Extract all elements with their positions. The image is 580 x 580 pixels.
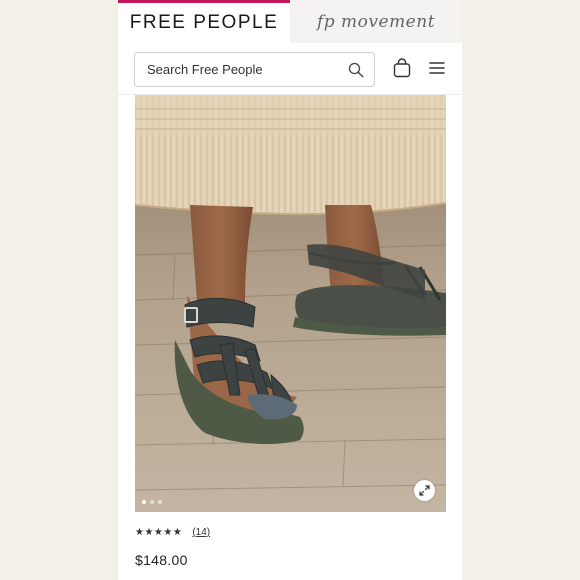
- zoom-button[interactable]: [414, 480, 435, 501]
- tab-free-people-label: FREE PEOPLE: [129, 12, 279, 33]
- star-rating: ★★★★★: [135, 527, 183, 538]
- carousel-dot[interactable]: [158, 500, 162, 504]
- carousel-dot[interactable]: [142, 500, 146, 504]
- tab-free-people[interactable]: FREE PEOPLE: [118, 0, 290, 43]
- product-image[interactable]: [135, 95, 446, 512]
- expand-icon: [419, 485, 430, 496]
- search-input[interactable]: [147, 53, 337, 86]
- tab-fp-movement[interactable]: fp movement: [290, 0, 462, 43]
- product-rating: ★★★★★ (14): [135, 527, 210, 538]
- brand-tabs: FREE PEOPLE fp movement: [118, 0, 462, 43]
- search-bar[interactable]: [134, 52, 375, 87]
- hamburger-menu-icon[interactable]: [429, 61, 445, 75]
- product-price: $148.00: [135, 552, 188, 568]
- mobile-page: FREE PEOPLE fp movement Search Free Peop…: [118, 0, 462, 580]
- sandals-photo: [135, 95, 446, 512]
- shopping-bag-icon[interactable]: [393, 58, 411, 78]
- carousel-dot[interactable]: [150, 500, 154, 504]
- tab-fp-movement-label: fp movement: [316, 11, 436, 32]
- review-count-link[interactable]: (14): [192, 527, 210, 538]
- carousel-dots: [142, 500, 162, 504]
- search-icon[interactable]: [348, 62, 364, 78]
